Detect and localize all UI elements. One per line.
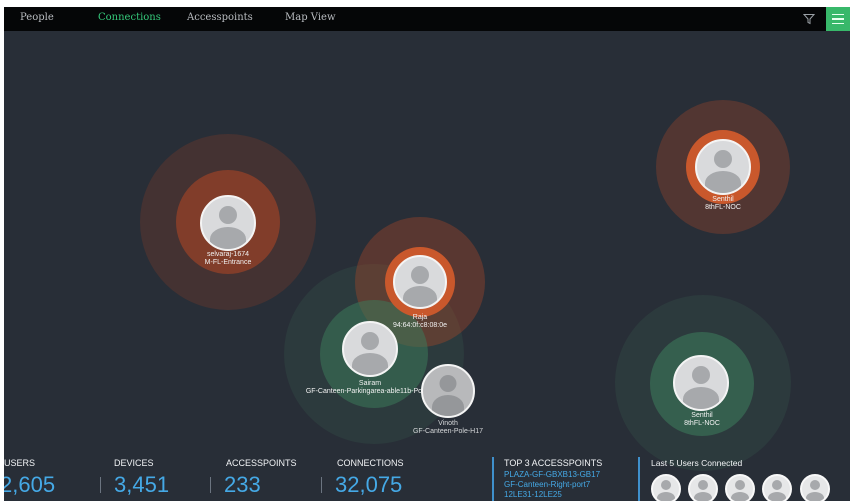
user-avatar	[393, 255, 447, 309]
divider	[100, 477, 101, 493]
hamburger-icon	[832, 12, 844, 26]
accesspoint-link[interactable]: 12LE31-12LE25	[504, 490, 562, 499]
node-location: 8thFL-NOC	[705, 204, 741, 211]
devices-label: DEVICES	[114, 458, 154, 468]
node-name: Senthil	[691, 412, 713, 419]
node-location: GF-Canteen-Pole-H17	[412, 428, 484, 435]
tab-people[interactable]: People	[20, 12, 54, 23]
last-users-title: Last 5 Users Connected	[651, 458, 743, 468]
node-name: Senthil	[712, 196, 734, 203]
connections-count: 32,075	[335, 472, 403, 497]
top-nav-bar: People Connections Accesspoints Map View	[4, 7, 850, 31]
user-avatar	[673, 355, 729, 411]
accesspoint-link[interactable]: PLAZA-GF-GBXB13-GB17	[504, 470, 600, 479]
accesspoints-count: 233	[224, 472, 261, 497]
users-count: 2,605	[4, 472, 56, 497]
tab-accesspoints[interactable]: Accesspoints	[187, 12, 253, 23]
divider	[210, 477, 211, 493]
user-node[interactable]: selvaraj-1674 M-FL-Entrance	[176, 170, 280, 274]
stats-panel: USERS 2,605 DEVICES 3,451 ACCESSPOINTS 2…	[4, 455, 850, 501]
recent-user-avatar[interactable]	[725, 474, 755, 501]
accesspoint-link[interactable]: GF-Canteen-Right-port7	[504, 480, 590, 489]
node-name: Raja	[412, 314, 428, 321]
user-avatar	[421, 364, 475, 418]
connections-label: CONNECTIONS	[337, 458, 404, 468]
filter-button[interactable]	[800, 10, 818, 28]
section-divider	[638, 457, 640, 501]
recent-user-avatar[interactable]	[688, 474, 718, 501]
node-name: selvaraj-1674	[206, 251, 250, 258]
menu-button[interactable]	[826, 7, 850, 31]
section-divider	[492, 457, 494, 501]
accesspoints-label: ACCESSPOINTS	[226, 458, 297, 468]
node-name: Vinoth	[438, 420, 458, 427]
node-location: 94:64:0f:c8:08:0e	[392, 322, 448, 329]
node-location: 8thFL-NOC	[684, 420, 720, 427]
filter-icon	[803, 14, 815, 25]
app-frame: People Connections Accesspoints Map View…	[4, 7, 850, 501]
tab-connections[interactable]: Connections	[98, 12, 161, 23]
user-node[interactable]: Vinoth GF-Canteen-Pole-H17	[413, 364, 483, 435]
recent-user-avatar[interactable]	[762, 474, 792, 501]
user-node[interactable]: Raja 94:64:0f:c8:08:0e	[385, 247, 455, 329]
top-accesspoints-title: TOP 3 ACCESSPOINTS	[504, 458, 603, 468]
user-avatar	[200, 195, 256, 251]
divider	[321, 477, 322, 493]
devices-count: 3,451	[114, 472, 170, 497]
tab-map-view[interactable]: Map View	[285, 12, 336, 23]
user-node[interactable]: Senthil 8thFL-NOC	[650, 332, 754, 436]
node-location: M-FL-Entrance	[204, 259, 252, 266]
user-node[interactable]: Senthil 8thFL-NOC	[686, 130, 760, 211]
user-avatar	[695, 139, 751, 195]
recent-user-avatar[interactable]	[651, 474, 681, 501]
recent-user-avatar[interactable]	[800, 474, 830, 501]
users-label: USERS	[4, 458, 36, 468]
